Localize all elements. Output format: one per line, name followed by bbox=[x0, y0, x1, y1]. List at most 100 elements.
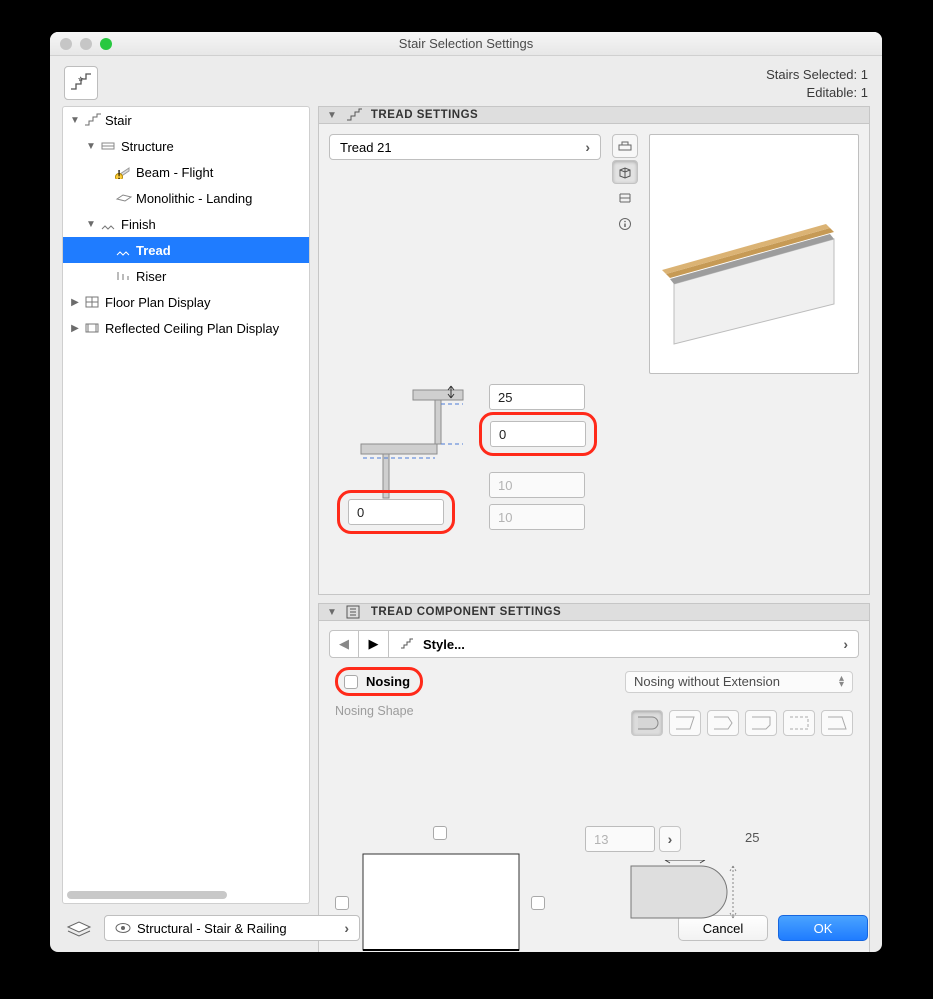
layer-dropdown[interactable]: Structural - Stair & Railing › bbox=[104, 915, 360, 941]
tree-label: Reflected Ceiling Plan Display bbox=[105, 321, 279, 336]
navigation-tree[interactable]: ▼ Stair ▼ Structure ! Beam - Flight Mono… bbox=[62, 106, 310, 904]
nosing-profile-diagram bbox=[625, 860, 745, 950]
disclosure-icon[interactable]: ▶ bbox=[69, 323, 81, 334]
field-value: 0 bbox=[499, 427, 506, 442]
field-value: 0 bbox=[357, 505, 364, 520]
edge-right-checkbox[interactable] bbox=[531, 896, 545, 910]
view-symbol-button[interactable] bbox=[612, 134, 638, 158]
tread-panel-icon bbox=[345, 107, 363, 123]
ceiling-icon bbox=[84, 321, 102, 335]
layer-icon bbox=[64, 917, 94, 939]
back-offset-field[interactable]: 0 bbox=[348, 499, 444, 525]
tree-label: Tread bbox=[136, 243, 171, 258]
sidebar-scrollbar[interactable] bbox=[67, 889, 305, 901]
nav-prev-button[interactable]: ◀ bbox=[329, 630, 359, 658]
nosing-shape-3[interactable] bbox=[707, 710, 739, 736]
tree-item-finish[interactable]: ▼ Finish bbox=[63, 211, 309, 237]
nosing-shape-4[interactable] bbox=[745, 710, 777, 736]
collapse-icon[interactable]: ▼ bbox=[327, 607, 337, 618]
header-row: Stairs Selected: 1 Editable: 1 bbox=[50, 56, 882, 106]
field-value: 13 bbox=[594, 832, 608, 847]
editable-count: 1 bbox=[861, 85, 868, 100]
tree-label: Monolithic - Landing bbox=[136, 191, 252, 206]
collapse-icon[interactable]: ▼ bbox=[327, 110, 337, 121]
panel-header-tread-component[interactable]: ▼ TREAD COMPONENT SETTINGS bbox=[318, 603, 870, 621]
shape-icon bbox=[822, 711, 852, 735]
nosing-shape-6[interactable] bbox=[821, 710, 853, 736]
button-label: OK bbox=[814, 921, 833, 936]
tread-selector-value: Tread 21 bbox=[340, 140, 392, 155]
scrollbar-thumb[interactable] bbox=[67, 891, 227, 899]
layer-value: Structural - Stair & Railing bbox=[137, 921, 287, 936]
tree-item-tread[interactable]: Tread bbox=[63, 237, 309, 263]
panel-title: TREAD SETTINGS bbox=[371, 109, 478, 121]
nosing-type-dropdown[interactable]: Nosing without Extension ▴▾ bbox=[625, 671, 853, 693]
nosing-type-value: Nosing without Extension bbox=[634, 674, 780, 689]
tree-item-reflected-ceiling[interactable]: ▶ Reflected Ceiling Plan Display bbox=[63, 315, 309, 341]
tree-label: Structure bbox=[121, 139, 174, 154]
tree-item-structure[interactable]: ▼ Structure bbox=[63, 133, 309, 159]
disclosure-icon[interactable]: ▼ bbox=[85, 141, 97, 152]
selection-info: Stairs Selected: 1 Editable: 1 bbox=[766, 66, 868, 102]
window-title: Stair Selection Settings bbox=[50, 36, 882, 51]
tree-label: Stair bbox=[105, 113, 132, 128]
disclosure-icon[interactable]: ▼ bbox=[85, 219, 97, 230]
plan-icon bbox=[84, 295, 102, 309]
panel-title: TREAD COMPONENT SETTINGS bbox=[371, 606, 561, 618]
tree-item-riser[interactable]: Riser bbox=[63, 263, 309, 289]
beam-icon: ! bbox=[115, 165, 133, 179]
link-button[interactable]: › bbox=[659, 826, 681, 852]
panel-header-tread-settings[interactable]: ▼ TREAD SETTINGS bbox=[318, 106, 870, 124]
tread-component-body: ◀ ▶ Style... › Nosing bbox=[318, 621, 870, 952]
nosing-label: Nosing bbox=[366, 674, 410, 689]
tree-item-floor-plan[interactable]: ▶ Floor Plan Display bbox=[63, 289, 309, 315]
triangle-left-icon: ◀ bbox=[339, 636, 349, 652]
view-mode-column bbox=[611, 134, 639, 236]
tree-item-beam-flight[interactable]: ! Beam - Flight bbox=[63, 159, 309, 185]
nosing-section: Nosing Nosing without Extension ▴▾ Nosin… bbox=[329, 659, 859, 952]
field-value: 25 bbox=[498, 390, 512, 405]
style-nav-row: ◀ ▶ Style... › bbox=[329, 629, 859, 659]
style-dropdown[interactable]: Style... › bbox=[389, 630, 859, 658]
view-list-button[interactable] bbox=[612, 186, 638, 210]
nav-next-button[interactable]: ▶ bbox=[359, 630, 389, 658]
style-label: Style... bbox=[423, 637, 465, 652]
stairs-selected-label: Stairs Selected: bbox=[766, 67, 857, 82]
info-button[interactable] bbox=[612, 212, 638, 236]
cube-icon bbox=[617, 165, 633, 179]
tree-item-stair[interactable]: ▼ Stair bbox=[63, 107, 309, 133]
stair-star-icon bbox=[69, 71, 93, 95]
shape-icon bbox=[708, 711, 738, 735]
highlight-ring-2: 0 bbox=[337, 490, 455, 534]
chevron-right-icon: › bbox=[668, 831, 673, 847]
thickness-field[interactable]: 25 bbox=[489, 384, 585, 410]
settings-window: Stair Selection Settings Stairs Selected… bbox=[50, 32, 882, 952]
view-3d-button[interactable] bbox=[612, 160, 638, 184]
title-bar[interactable]: Stair Selection Settings bbox=[50, 32, 882, 56]
nosing-shape-2[interactable] bbox=[669, 710, 701, 736]
tread-selector-dropdown[interactable]: Tread 21 › bbox=[329, 134, 601, 160]
edge-left-checkbox[interactable] bbox=[335, 896, 349, 910]
disabled-field-b: 10 bbox=[489, 504, 585, 530]
tree-label: Beam - Flight bbox=[136, 165, 213, 180]
tree-item-monolithic-landing[interactable]: Monolithic - Landing bbox=[63, 185, 309, 211]
finish-icon bbox=[100, 217, 118, 231]
tool-icon[interactable] bbox=[64, 66, 98, 100]
tread-3d-preview[interactable] bbox=[649, 134, 859, 374]
nosing-shape-5[interactable] bbox=[783, 710, 815, 736]
tree-label: Floor Plan Display bbox=[105, 295, 211, 310]
component-panel-icon bbox=[345, 604, 363, 620]
nosing-offset-field[interactable]: 0 bbox=[490, 421, 586, 447]
tree-label: Riser bbox=[136, 269, 166, 284]
tree-label: Finish bbox=[121, 217, 156, 232]
edge-top-checkbox[interactable] bbox=[433, 826, 447, 840]
disabled-field-a: 10 bbox=[489, 472, 585, 498]
style-icon bbox=[399, 637, 417, 651]
info-icon bbox=[617, 217, 633, 231]
disclosure-icon[interactable]: ▶ bbox=[69, 297, 81, 308]
disclosure-icon[interactable]: ▼ bbox=[69, 115, 81, 126]
nosing-checkbox[interactable] bbox=[344, 675, 358, 689]
tread-settings-body: Tread 21 › bbox=[318, 124, 870, 595]
nosing-shape-1[interactable] bbox=[631, 710, 663, 736]
symbol-icon bbox=[617, 139, 633, 153]
